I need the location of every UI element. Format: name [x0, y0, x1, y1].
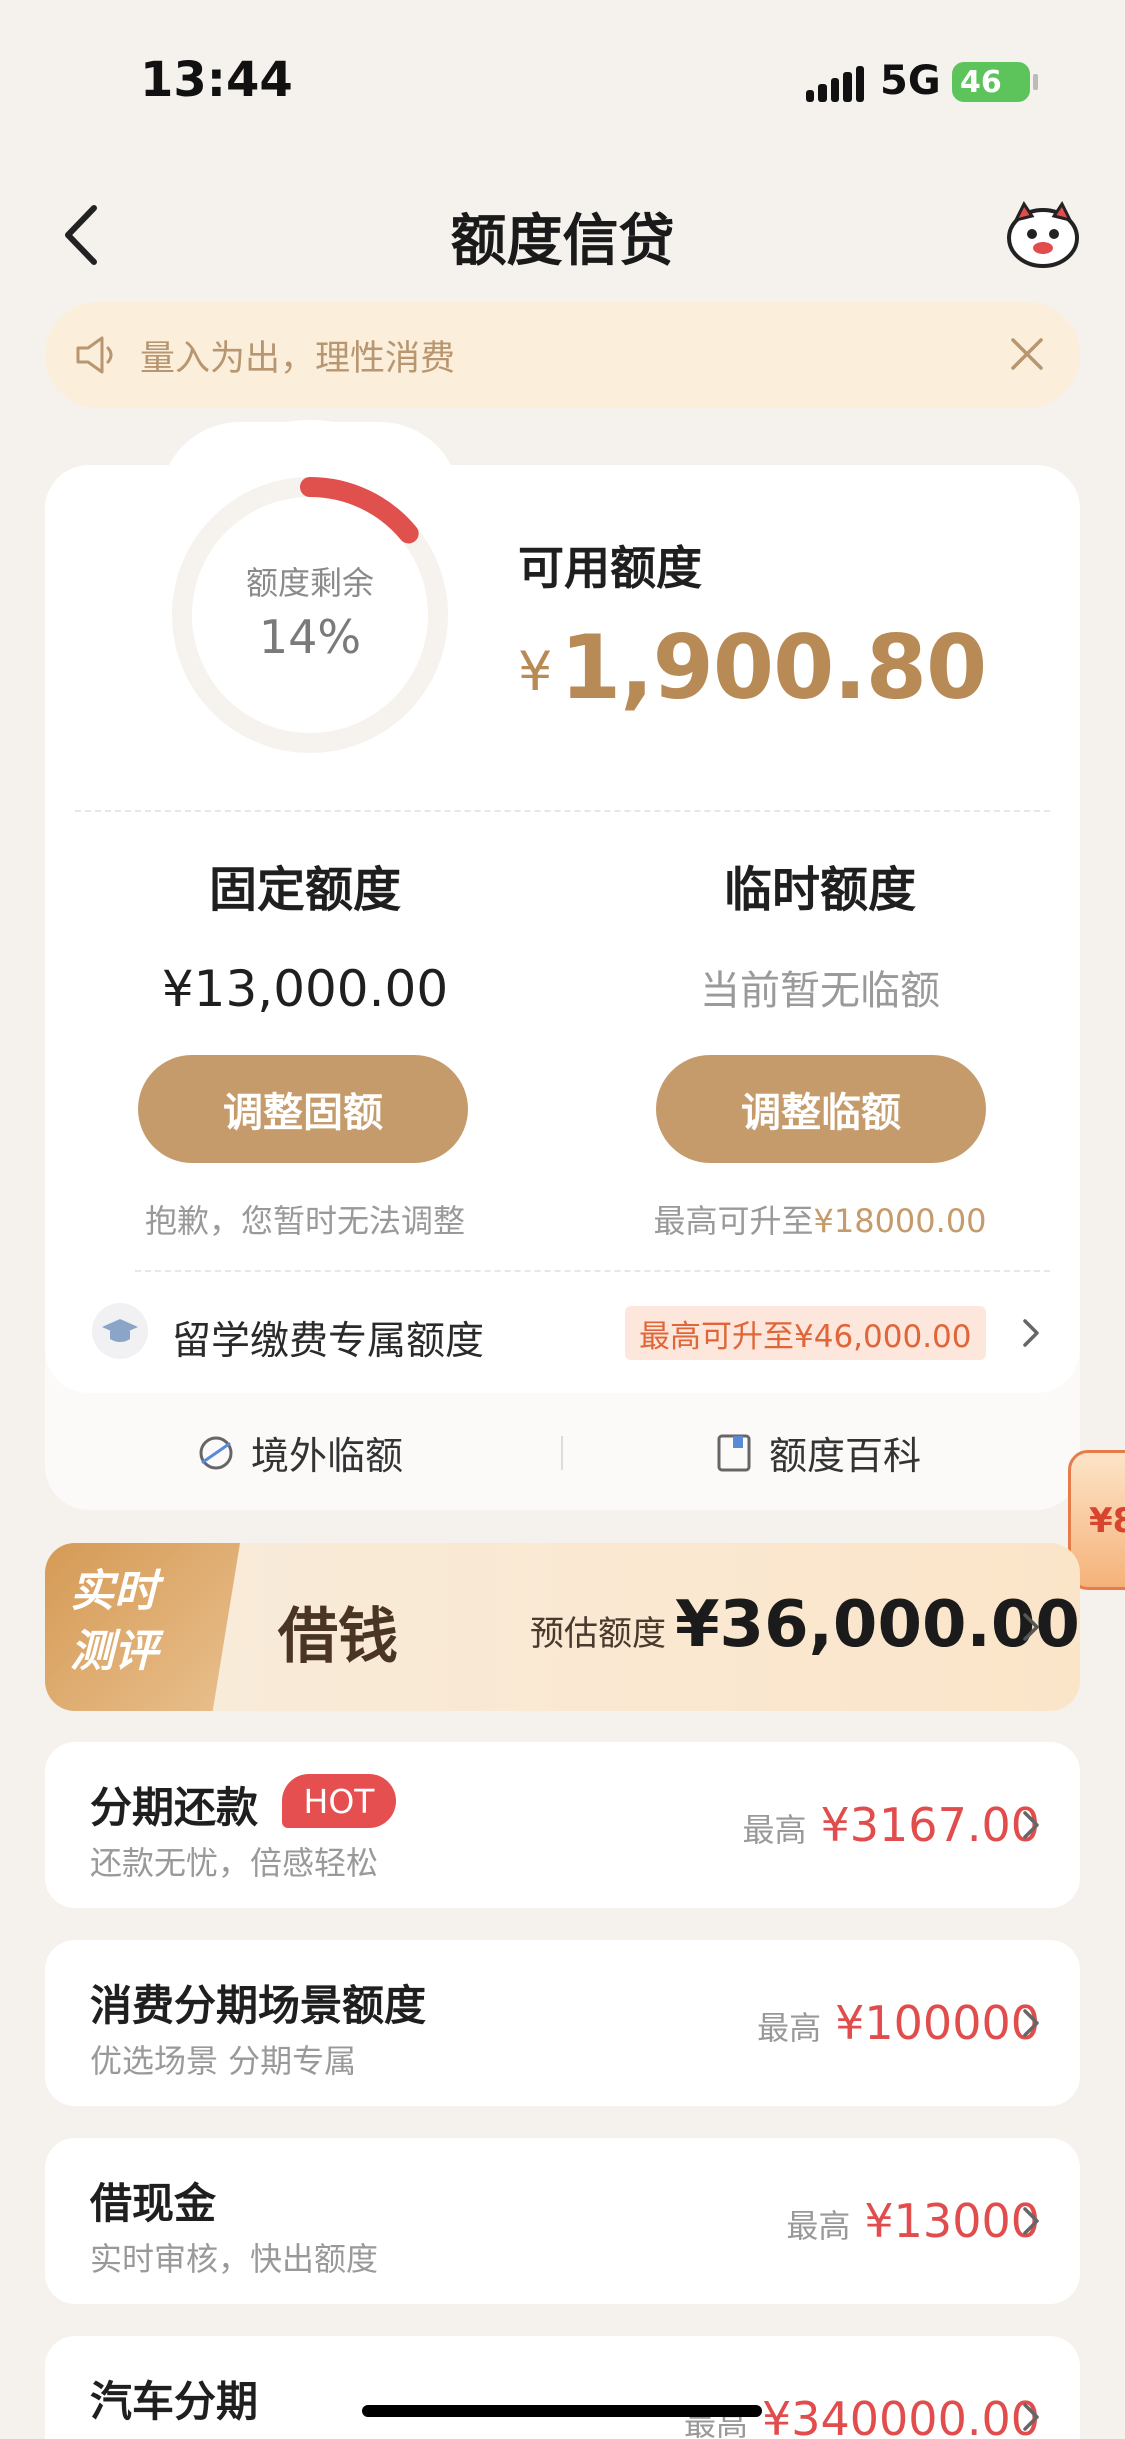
- fixed-limit-amount: ¥13,000.00: [161, 960, 449, 1018]
- mascot-icon[interactable]: [1004, 200, 1082, 270]
- chevron-right-icon[interactable]: [1020, 2204, 1042, 2238]
- temp-note-prefix: 最高可升至: [653, 1202, 814, 1240]
- available-label: 可用额度: [518, 541, 702, 595]
- list-item-subtitle: 还款无忧，倍感轻松: [90, 1844, 379, 1882]
- study-abroad-limit[interactable]: 留学缴费专属额度: [172, 1310, 484, 1366]
- hot-badge: HOT: [282, 1774, 396, 1828]
- page-title: 额度信贷: [450, 209, 675, 274]
- ring-label: 额度剩余: [245, 564, 374, 602]
- list-item-title: 借现金: [90, 2179, 217, 2228]
- list-item-title: 分期还款: [90, 1783, 259, 1832]
- temp-limit-status: 当前暂无临额: [700, 968, 940, 1014]
- borrow-title: 借钱: [278, 1602, 398, 1672]
- globe-plane-icon: [199, 1436, 233, 1469]
- temp-note: 最高可升至¥18000.00: [570, 1196, 1070, 1242]
- max-value: ¥100000: [835, 1996, 1040, 2050]
- currency-symbol: ¥: [518, 640, 553, 703]
- list-item-title: 消费分期场景额度: [90, 1981, 427, 2030]
- divider: [75, 810, 1050, 812]
- close-icon[interactable]: [1005, 332, 1049, 376]
- fixed-limit-title: 固定额度: [208, 862, 401, 918]
- status-time: 13:44: [140, 52, 293, 108]
- list-item-max: 最高 ¥3167.00: [742, 1798, 1040, 1852]
- list-item-subtitle: 实时审核，快出额度: [90, 2240, 379, 2278]
- max-value: ¥3167.00: [820, 1798, 1041, 1852]
- battery-icon: 46: [952, 62, 1038, 102]
- home-indicator[interactable]: [362, 2405, 762, 2417]
- estimate-label: 预估额度: [530, 1614, 666, 1654]
- max-label: 最高: [786, 2207, 851, 2245]
- max-label: 最高: [742, 1811, 807, 1849]
- divider: [135, 1270, 1050, 1272]
- float-tab-text: ¥8: [1089, 1501, 1125, 1541]
- max-value: ¥340000.00: [761, 2392, 1040, 2439]
- chevron-right-icon[interactable]: [1020, 1610, 1042, 1644]
- overseas-temp-limit-link[interactable]: 境外临额: [195, 1425, 403, 1480]
- limit-wiki-link[interactable]: 额度百科: [713, 1425, 921, 1480]
- chevron-right-icon[interactable]: [1020, 1316, 1042, 1350]
- tag-line-2: 测评: [70, 1626, 158, 1677]
- notice-text: 量入为出，理性消费: [140, 339, 456, 379]
- fixed-note: 抱歉，您暂时无法调整: [144, 1202, 465, 1240]
- temp-limit-title: 临时额度: [723, 862, 916, 918]
- list-item-subtitle: 优选场景 分期专属: [90, 2042, 357, 2080]
- overseas-label: 境外临额: [251, 1434, 404, 1478]
- study-limit-badge: 最高可升至¥46,000.00: [625, 1306, 986, 1360]
- list-item-title: 汽车分期: [90, 2377, 259, 2426]
- max-label: 最高: [757, 2009, 822, 2047]
- speaker-icon: [76, 336, 113, 374]
- list-item-max: 最高 ¥13000: [786, 2194, 1040, 2248]
- adjust-fixed-button[interactable]: 调整固额: [138, 1055, 468, 1163]
- ring-percent: 14%: [258, 610, 362, 664]
- network-type: 5G: [880, 58, 941, 104]
- book-icon: [717, 1434, 751, 1471]
- realtime-eval-text: 实时 测评: [70, 1562, 200, 1682]
- temp-note-amount: ¥18000.00: [813, 1202, 987, 1240]
- tag-line-1: 实时: [70, 1566, 158, 1617]
- vertical-divider: [561, 1436, 563, 1470]
- wiki-label: 额度百科: [769, 1434, 922, 1478]
- signal-icon: [806, 66, 865, 102]
- adjust-temp-button[interactable]: 调整临额: [656, 1055, 986, 1163]
- list-item-max: 最高 ¥100000: [757, 1996, 1040, 2050]
- chevron-right-icon[interactable]: [1020, 2400, 1042, 2434]
- battery-level: 46: [960, 64, 1002, 100]
- chevron-right-icon[interactable]: [1020, 2006, 1042, 2040]
- available-amount: 1,900.80: [560, 616, 987, 719]
- graduation-cap-icon: [92, 1303, 148, 1359]
- chevron-right-icon[interactable]: [1020, 1808, 1042, 1842]
- max-value: ¥13000: [864, 2194, 1040, 2248]
